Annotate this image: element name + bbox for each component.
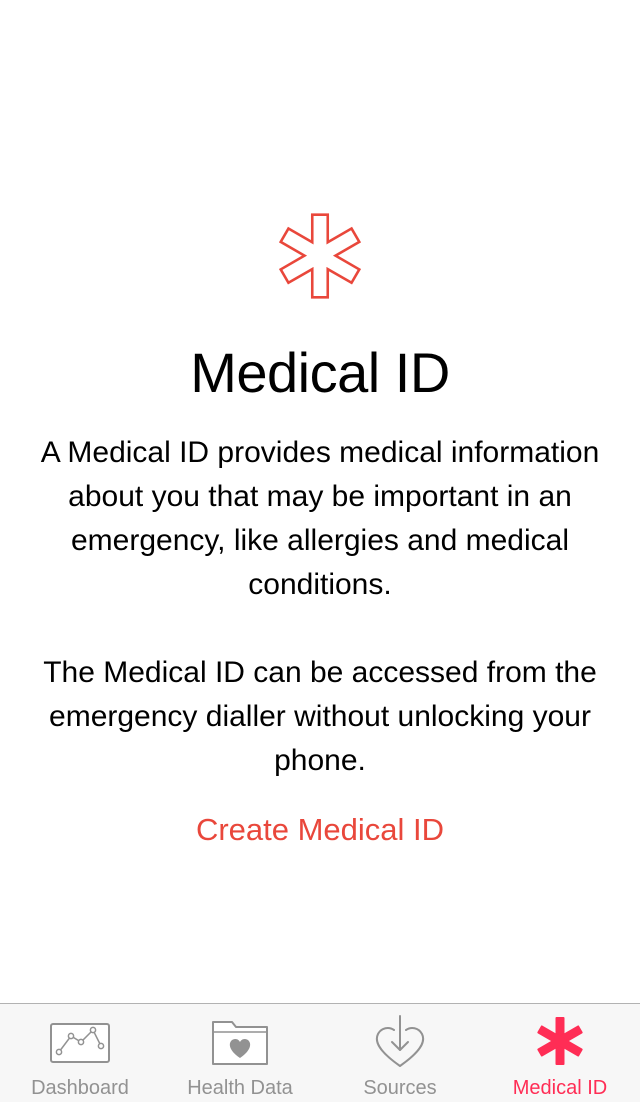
access-description-text: The Medical ID can be accessed from the … bbox=[43, 656, 597, 777]
tab-health-data-label: Health Data bbox=[187, 1077, 293, 1099]
tab-medical-id[interactable]: Medical ID bbox=[480, 1004, 640, 1102]
tab-bar: Dashboard Health Data Sources Medical ID bbox=[0, 1003, 640, 1102]
health-data-folder-icon bbox=[212, 1021, 268, 1065]
medical-id-screen: Medical ID A Medical ID provides medical… bbox=[0, 0, 640, 1102]
tab-health-data[interactable]: Health Data bbox=[160, 1004, 320, 1102]
sources-heart-arrow-icon bbox=[375, 1015, 425, 1067]
medical-id-content: Medical ID A Medical ID provides medical… bbox=[0, 0, 640, 1003]
dashboard-chart-icon bbox=[50, 1023, 110, 1063]
tab-sources-label: Sources bbox=[363, 1077, 437, 1099]
tab-sources[interactable]: Sources bbox=[320, 1004, 480, 1102]
tab-medical-id-label: Medical ID bbox=[512, 1077, 608, 1099]
page-title: Medical ID bbox=[190, 341, 450, 404]
medical-star-icon bbox=[537, 1017, 583, 1065]
medical-star-outline-icon bbox=[278, 213, 362, 299]
tab-dashboard-label: Dashboard bbox=[31, 1077, 129, 1099]
description-text: A Medical ID provides medical informatio… bbox=[40, 436, 600, 601]
tab-dashboard[interactable]: Dashboard bbox=[0, 1004, 160, 1102]
create-medical-id-button[interactable]: Create Medical ID bbox=[0, 808, 640, 852]
